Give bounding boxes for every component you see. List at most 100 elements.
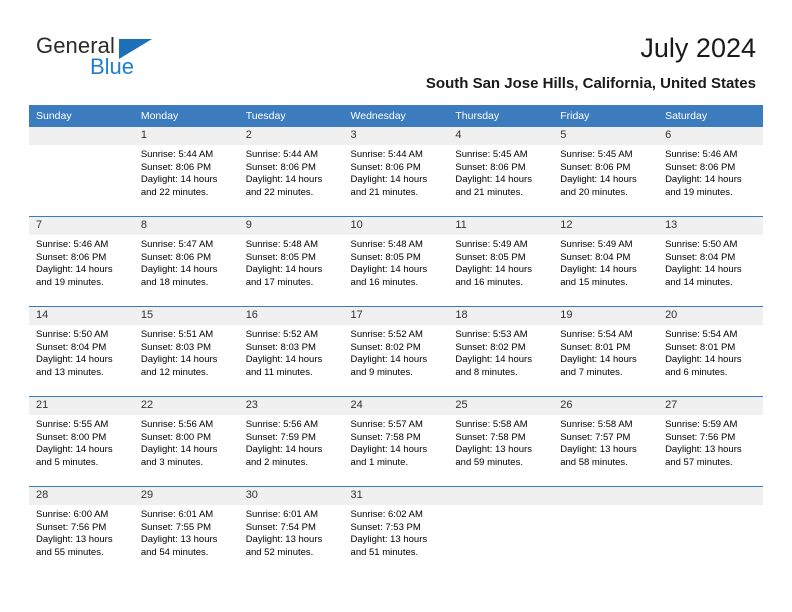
calendar-day-cell[interactable]: 16 Sunrise: 5:52 AM Sunset: 8:03 PM Dayl…: [238, 306, 344, 397]
sunrise-text: Sunrise: 5:52 AM: [245, 329, 319, 340]
daylight-text-line1: Daylight: 14 hours: [140, 264, 218, 276]
daylight-text-line2: and 59 minutes.: [455, 456, 523, 468]
calendar-day-cell[interactable]: 6 Sunrise: 5:46 AM Sunset: 8:06 PM Dayli…: [658, 127, 763, 217]
day-details: Sunrise: 5:58 AM Sunset: 7:58 PM Dayligh…: [448, 415, 553, 469]
calendar-day-cell[interactable]: 21 Sunrise: 5:55 AM Sunset: 8:00 PM Dayl…: [29, 396, 134, 487]
day-details: [29, 145, 134, 149]
sunset-text: Sunset: 8:05 PM: [455, 251, 526, 263]
sunset-text: Sunset: 7:59 PM: [245, 431, 316, 443]
calendar-day-cell[interactable]: 1 Sunrise: 5:44 AM Sunset: 8:06 PM Dayli…: [133, 127, 239, 217]
generalblue-logo[interactable]: General Blue: [36, 33, 266, 83]
calendar-day-cell[interactable]: 23 Sunrise: 5:56 AM Sunset: 7:59 PM Dayl…: [238, 396, 344, 487]
daylight-text-line1: Daylight: 14 hours: [665, 354, 742, 366]
daylight-text-line2: and 52 minutes.: [245, 546, 314, 558]
sunrise-text: Sunrise: 5:54 AM: [560, 329, 633, 340]
calendar-day-cell[interactable]: 28 Sunrise: 6:00 AM Sunset: 7:56 PM Dayl…: [29, 486, 134, 576]
day-details: Sunrise: 5:49 AM Sunset: 8:04 PM Dayligh…: [553, 235, 658, 289]
calendar-day-cell[interactable]: 27 Sunrise: 5:59 AM Sunset: 7:56 PM Dayl…: [658, 396, 763, 487]
sunset-text: Sunset: 8:05 PM: [350, 251, 421, 263]
calendar-day-cell[interactable]: 11 Sunrise: 5:49 AM Sunset: 8:05 PM Dayl…: [448, 216, 554, 307]
sunset-text: Sunset: 8:03 PM: [245, 341, 316, 353]
calendar-day-cell[interactable]: 7 Sunrise: 5:46 AM Sunset: 8:06 PM Dayli…: [29, 216, 134, 307]
calendar-day-cell[interactable]: 9 Sunrise: 5:48 AM Sunset: 8:05 PM Dayli…: [238, 216, 344, 307]
calendar-day-cell[interactable]: 15 Sunrise: 5:51 AM Sunset: 8:03 PM Dayl…: [133, 306, 239, 397]
calendar-day-cell[interactable]: 25 Sunrise: 5:58 AM Sunset: 7:58 PM Dayl…: [448, 396, 554, 487]
daylight-text-line2: and 14 minutes.: [665, 276, 733, 288]
day-details: Sunrise: 5:48 AM Sunset: 8:05 PM Dayligh…: [239, 235, 344, 289]
day-details: Sunrise: 5:45 AM Sunset: 8:06 PM Dayligh…: [553, 145, 658, 199]
day-details: Sunrise: 5:58 AM Sunset: 7:57 PM Dayligh…: [553, 415, 658, 469]
calendar-day-cell[interactable]: 12 Sunrise: 5:49 AM Sunset: 8:04 PM Dayl…: [553, 216, 659, 307]
daylight-text-line1: Daylight: 14 hours: [455, 354, 532, 366]
calendar-day-cell[interactable]: 13 Sunrise: 5:50 AM Sunset: 8:04 PM Dayl…: [658, 216, 763, 307]
daylight-text-line2: and 18 minutes.: [140, 276, 209, 288]
calendar-day-cell[interactable]: 24 Sunrise: 5:57 AM Sunset: 7:58 PM Dayl…: [343, 396, 449, 487]
sunrise-text: Sunrise: 6:02 AM: [350, 509, 423, 520]
calendar-day-cell[interactable]: 22 Sunrise: 5:56 AM Sunset: 8:00 PM Dayl…: [133, 396, 239, 487]
daylight-text-line2: and 8 minutes.: [455, 366, 518, 378]
day-number: [553, 487, 659, 505]
calendar-day-cell[interactable]: 29 Sunrise: 6:01 AM Sunset: 7:55 PM Dayl…: [133, 486, 239, 576]
daylight-text-line2: and 15 minutes.: [560, 276, 628, 288]
calendar-day-cell[interactable]: 10 Sunrise: 5:48 AM Sunset: 8:05 PM Dayl…: [343, 216, 449, 307]
daylight-text-line1: Daylight: 13 hours: [665, 444, 742, 456]
day-number: 27: [658, 397, 763, 415]
daylight-text-line1: Daylight: 13 hours: [560, 444, 637, 456]
calendar-day-cell: [553, 486, 659, 576]
calendar-day-cell[interactable]: 20 Sunrise: 5:54 AM Sunset: 8:01 PM Dayl…: [658, 306, 763, 397]
calendar-week-row: 7 Sunrise: 5:46 AM Sunset: 8:06 PM Dayli…: [29, 216, 763, 307]
calendar-day-cell[interactable]: 8 Sunrise: 5:47 AM Sunset: 8:06 PM Dayli…: [133, 216, 239, 307]
calendar-day-cell[interactable]: 19 Sunrise: 5:54 AM Sunset: 8:01 PM Dayl…: [553, 306, 659, 397]
sunset-text: Sunset: 8:06 PM: [665, 161, 736, 173]
sunset-text: Sunset: 7:56 PM: [665, 431, 736, 443]
calendar-day-cell[interactable]: 2 Sunrise: 5:44 AM Sunset: 8:06 PM Dayli…: [238, 127, 344, 217]
calendar-day-cell[interactable]: 26 Sunrise: 5:58 AM Sunset: 7:57 PM Dayl…: [553, 396, 659, 487]
day-number: 19: [553, 307, 659, 325]
day-number: 28: [29, 487, 134, 505]
sunrise-text: Sunrise: 5:47 AM: [140, 239, 214, 250]
day-number: 15: [133, 307, 239, 325]
day-details: Sunrise: 5:47 AM Sunset: 8:06 PM Dayligh…: [134, 235, 239, 289]
day-details: Sunrise: 6:01 AM Sunset: 7:54 PM Dayligh…: [239, 505, 344, 559]
day-number: 17: [343, 307, 449, 325]
day-details: Sunrise: 5:54 AM Sunset: 8:01 PM Dayligh…: [553, 325, 658, 379]
daylight-text-line2: and 16 minutes.: [455, 276, 523, 288]
day-number: 24: [343, 397, 449, 415]
page-header: General Blue July 2024 South San Jose Hi…: [0, 0, 792, 100]
calendar-day-cell[interactable]: 14 Sunrise: 5:50 AM Sunset: 8:04 PM Dayl…: [29, 306, 134, 397]
day-number: 25: [448, 397, 554, 415]
daylight-text-line2: and 2 minutes.: [245, 456, 309, 468]
sunset-text: Sunset: 8:00 PM: [140, 431, 212, 443]
day-number: [29, 127, 134, 145]
sunrise-text: Sunrise: 5:56 AM: [140, 419, 214, 430]
day-details: Sunrise: 5:46 AM Sunset: 8:06 PM Dayligh…: [658, 145, 763, 199]
calendar-day-cell[interactable]: 5 Sunrise: 5:45 AM Sunset: 8:06 PM Dayli…: [553, 127, 659, 217]
day-number: 26: [553, 397, 659, 415]
calendar-table: Sunday Monday Tuesday Wednesday Thursday…: [29, 105, 763, 576]
sunrise-text: Sunrise: 5:50 AM: [665, 239, 738, 250]
daylight-text-line1: Daylight: 14 hours: [245, 354, 323, 366]
sunset-text: Sunset: 7:57 PM: [560, 431, 631, 443]
day-number: 16: [238, 307, 344, 325]
daylight-text-line2: and 3 minutes.: [140, 456, 204, 468]
daylight-text-line2: and 22 minutes.: [245, 186, 314, 198]
page-title: July 2024: [640, 33, 756, 63]
day-details: Sunrise: 5:56 AM Sunset: 8:00 PM Dayligh…: [134, 415, 239, 469]
calendar-day-cell[interactable]: 31 Sunrise: 6:02 AM Sunset: 7:53 PM Dayl…: [343, 486, 449, 576]
daylight-text-line2: and 54 minutes.: [140, 546, 209, 558]
calendar-day-cell[interactable]: 30 Sunrise: 6:01 AM Sunset: 7:54 PM Dayl…: [238, 486, 344, 576]
daylight-text-line1: Daylight: 14 hours: [560, 264, 637, 276]
calendar-day-cell[interactable]: 18 Sunrise: 5:53 AM Sunset: 8:02 PM Dayl…: [448, 306, 554, 397]
calendar-day-cell[interactable]: 3 Sunrise: 5:44 AM Sunset: 8:06 PM Dayli…: [343, 127, 449, 217]
daylight-text-line2: and 11 minutes.: [245, 366, 313, 378]
daylight-text-line2: and 12 minutes.: [140, 366, 209, 378]
calendar-day-cell[interactable]: 17 Sunrise: 5:52 AM Sunset: 8:02 PM Dayl…: [343, 306, 449, 397]
daylight-text-line2: and 9 minutes.: [350, 366, 413, 378]
daylight-text-line1: Daylight: 13 hours: [140, 534, 218, 546]
daylight-text-line2: and 17 minutes.: [245, 276, 314, 288]
day-number: 11: [448, 217, 554, 235]
sunrise-text: Sunrise: 5:54 AM: [665, 329, 738, 340]
day-number: 10: [343, 217, 449, 235]
calendar-day-cell[interactable]: 4 Sunrise: 5:45 AM Sunset: 8:06 PM Dayli…: [448, 127, 554, 217]
daylight-text-line1: Daylight: 14 hours: [665, 174, 742, 186]
